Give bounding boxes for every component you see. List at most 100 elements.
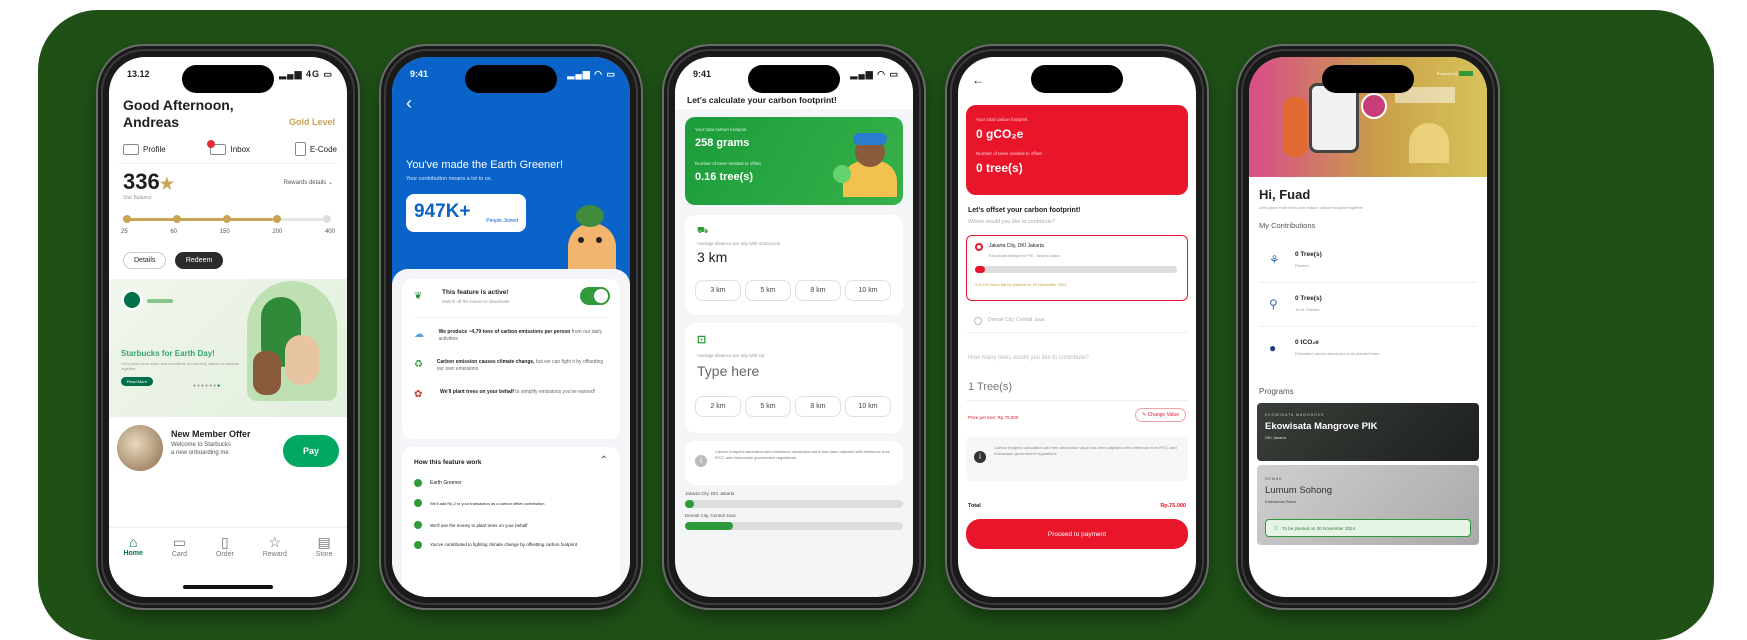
calendar-icon: ▢ (1274, 525, 1279, 530)
dynamic-island (748, 65, 840, 93)
car-option[interactable]: 10 km (845, 396, 891, 417)
trees-needed-value: 0 tree(s) (976, 161, 1023, 175)
profile-button[interactable]: Profile (123, 143, 166, 155)
dynamic-island (465, 65, 557, 93)
motorcycle-option[interactable]: 8 km (795, 280, 841, 301)
page-title: Let's calculate your carbon footprint! (687, 95, 837, 105)
contribution-item: ⚘ 0 Tree(s) Planted (1259, 239, 1477, 283)
trees-quantity-input[interactable]: 1 Tree(s) (966, 375, 1188, 401)
tab-order[interactable]: ▯ Order (216, 534, 234, 571)
recycle-icon: ♻ (414, 359, 423, 370)
info-card: i Carbon footprint calculation and emiss… (685, 441, 903, 485)
starbucks-logo-icon (121, 289, 143, 311)
motorcycle-option[interactable]: 5 km (745, 280, 791, 301)
tab-home[interactable]: ⌂ Home (123, 534, 142, 571)
total-footprint-label: Your total carbon footprint (976, 117, 1028, 122)
earth-day-banner[interactable]: Starbucks for Earth Day! Let's plant mor… (109, 279, 347, 417)
car-option[interactable]: 2 km (695, 396, 741, 417)
redeem-button[interactable]: Redeem (174, 252, 224, 269)
phone-screen: Powered by Hi, Fuad Let's plant more tre… (1249, 57, 1487, 597)
program-card[interactable]: DEMAK Lumum Sohong Kalimantan Barat ▢ To … (1257, 465, 1479, 545)
rewards-details-link[interactable]: Rewards details ⌄ (284, 179, 333, 186)
feature-toggle[interactable] (580, 287, 610, 305)
proceed-payment-button[interactable]: Proceed to payment (966, 519, 1188, 549)
where-question: Where would you like to contribute? (968, 219, 1056, 225)
carousel-dots: ●●●●●●● (193, 383, 222, 389)
tab-card[interactable]: ▭ Card (172, 534, 187, 571)
motorcycle-distance-input[interactable]: 3 km (697, 249, 727, 265)
trees-needed-value: 0.16 tree(s) (695, 171, 754, 183)
greeting-name: Andreas (123, 114, 180, 130)
total-footprint-label: Your total carbon footprint (695, 127, 747, 132)
milestone-labels: 25 60 150 200 400 (121, 229, 335, 235)
people-joined-label: People Joined (486, 218, 518, 224)
earth-greener-subline: Your contribution means a lot to us. (406, 176, 493, 182)
back-button[interactable]: ‹ (406, 93, 412, 114)
car-distance-input[interactable]: Type here (697, 363, 759, 379)
offset-title: Let's offset your carbon footprint! (968, 207, 1081, 214)
greeting: Hi, Fuad (1259, 187, 1311, 202)
star-balance-caption: Star Balance (123, 195, 152, 201)
tab-store[interactable]: ▤ Store (316, 534, 333, 571)
home-indicator (183, 585, 273, 589)
promo-read-more-button[interactable]: Read More (121, 377, 153, 386)
step-dot-icon (414, 499, 422, 507)
location-option-selected[interactable]: Jakarta City, DKI Jakarta Ekowisata Mang… (966, 235, 1188, 301)
motorcycle-icon: ⛟ (697, 225, 709, 235)
total-footprint-value: 258 grams (695, 137, 750, 149)
seedling-icon: ⚲ (1269, 297, 1278, 311)
status-time: 9:41 (410, 69, 429, 79)
chevron-down-icon: ⌄ (327, 180, 333, 186)
motorcycle-option[interactable]: 10 km (845, 280, 891, 301)
tab-reward[interactable]: ☆ Reward (263, 534, 287, 571)
how-it-works-card: How this feature work ⌃ Earth Greener We… (402, 447, 620, 597)
car-option[interactable]: 5 km (745, 396, 791, 417)
greeting-subtitle: Let's plant more trees and reduce carbon… (1259, 205, 1364, 210)
trees-needed-label: Number of trees needed to offset (695, 161, 761, 166)
car-option[interactable]: 8 km (795, 396, 841, 417)
status-icons: ▂▄▆ 4G ▭ (279, 69, 333, 79)
radio-selected-icon (975, 243, 983, 251)
total-amount: Rp.75,000 (1160, 503, 1186, 509)
bus-icon: ⊡ (697, 334, 707, 346)
program-card[interactable]: EKOWISATA MANGROVE Ekowisata Mangrove PI… (1257, 403, 1479, 461)
offer-body-2: a new onboarding me (171, 450, 229, 456)
profile-icon (123, 143, 139, 155)
back-arrow-icon[interactable]: ← (972, 73, 984, 87)
phone-screen: 9:41 ▂▄▆ ◠ ▭ Let's calculate your carbon … (675, 57, 913, 597)
details-button[interactable]: Details (123, 252, 167, 269)
footprint-summary-card: Your total carbon footprint 258 grams Nu… (685, 117, 903, 205)
cloud-icon: ☁ (414, 329, 424, 340)
promo-title: Starbucks for Earth Day! (121, 349, 215, 358)
price-per-tree: Price per tree: Rp.75,000 (968, 415, 1019, 420)
phone-my-contributions: Powered by Hi, Fuad Let's plant more tre… (1238, 46, 1498, 608)
dynamic-island (1031, 65, 1123, 93)
how-it-works-title: How this feature work (414, 459, 482, 466)
fact-item: ♻ Carbon emission causes climate change,… (414, 359, 604, 372)
earth-greener-headline: You've made the Earth Greener! (406, 159, 564, 171)
planter-illustration (833, 131, 897, 197)
location-2-progress (685, 522, 903, 530)
radio-empty-icon (974, 317, 982, 325)
motorcycle-option[interactable]: 3 km (695, 280, 741, 301)
ecode-button[interactable]: E-Code (294, 142, 337, 156)
star-balance: 336 (123, 169, 160, 194)
chevron-up-icon[interactable]: ⌃ (600, 455, 608, 466)
location-1-progress (685, 500, 903, 508)
info-icon: i (695, 455, 707, 467)
feature-active-title: This feature is active! (442, 289, 509, 296)
phone-offset-payment: ← Your total carbon footprint 0 gCO₂e Nu… (947, 46, 1207, 608)
location-option[interactable]: Demak City, Central Java (966, 311, 1188, 333)
location-2-label: Demak City, Central Java (685, 513, 736, 518)
step-item: We'll add Rp.2 to your transaction as a … (414, 499, 610, 507)
pay-button[interactable]: Pay (283, 435, 339, 467)
inbox-button[interactable]: Inbox (207, 139, 250, 155)
footprint-summary-card: Your total carbon footprint 0 gCO₂e Numb… (966, 105, 1188, 195)
home-icon: ⌂ (128, 534, 138, 550)
status-icons: ▂▄▆ ◠ ▭ (567, 69, 616, 79)
ecode-icon (294, 142, 306, 156)
step-item: We'll use the money to plant trees on yo… (414, 521, 610, 529)
store-icon: ▤ (317, 534, 331, 550)
total-label: Total (968, 503, 981, 509)
change-value-button[interactable]: ✎ Change Value (1135, 408, 1186, 422)
